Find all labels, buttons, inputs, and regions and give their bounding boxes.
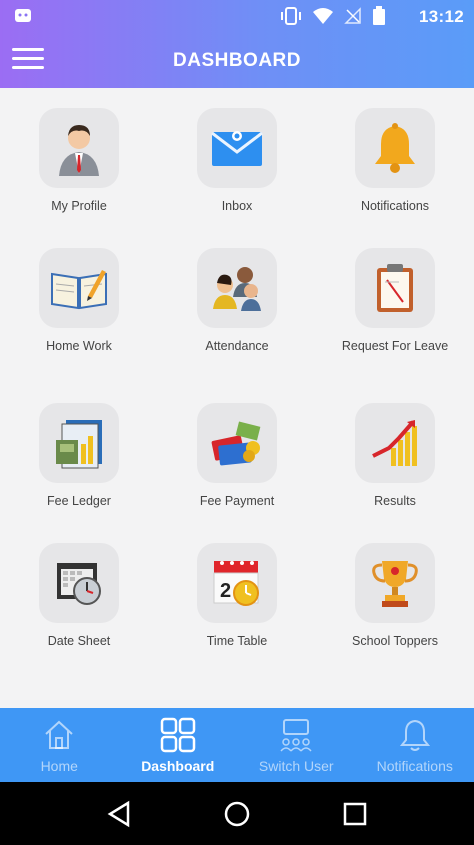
tile-inbox[interactable]: Inbox — [158, 108, 316, 214]
tile-label: Notifications — [360, 199, 430, 213]
calendar-icon: 2 — [213, 561, 259, 606]
page-title: DASHBOARD — [173, 50, 301, 71]
tile-attendance[interactable]: Attendance — [158, 248, 316, 354]
tile-label: Home Work — [46, 339, 112, 353]
payment-icon — [211, 421, 261, 466]
book-icon — [51, 270, 107, 310]
tile-label: Fee Payment — [199, 494, 275, 508]
tile-results[interactable]: Results — [316, 403, 474, 509]
status-bar: 13:12 — [0, 0, 474, 32]
home-icon — [45, 720, 73, 749]
tile-label: My Profile — [51, 199, 107, 213]
tile-fee-payment[interactable]: Fee Payment — [158, 403, 316, 509]
inbox-icon — [211, 131, 263, 166]
nav-notifications[interactable]: Notifications — [356, 708, 474, 782]
app-notification-icon — [15, 9, 31, 22]
profile-icon — [59, 125, 99, 176]
trophy-icon — [372, 561, 418, 607]
people-icon — [213, 267, 261, 311]
grid-icon — [160, 717, 195, 753]
nav-label: Notifications — [376, 758, 453, 774]
status-time: 13:12 — [419, 7, 464, 26]
tile-home-work[interactable]: Home Work — [0, 248, 158, 354]
tile-fee-ledger[interactable]: Fee Ledger — [0, 403, 158, 509]
tile-label: School Toppers — [352, 634, 438, 648]
nav-dashboard[interactable]: Dashboard — [119, 708, 238, 782]
tile-date-sheet[interactable]: Date Sheet — [0, 543, 158, 649]
tile-label: Results — [374, 494, 416, 508]
chart-icon — [372, 420, 417, 466]
tile-label: Request For Leave — [341, 339, 449, 353]
nav-label: Switch User — [258, 758, 334, 774]
clipboard-icon — [377, 264, 413, 312]
tile-label: Time Table — [206, 634, 268, 648]
nav-home[interactable]: Home — [0, 708, 119, 782]
tile-school-toppers[interactable]: School Toppers — [316, 543, 474, 649]
bottom-nav: Home Dashboard Switch User Notifications — [0, 708, 474, 782]
tile-time-table[interactable]: 2 Time Table — [158, 543, 316, 649]
svg-text:2: 2 — [220, 580, 231, 602]
no-signal-icon — [344, 7, 361, 24]
recents-icon[interactable] — [330, 789, 380, 839]
nav-label: Dashboard — [141, 758, 215, 774]
dashboard-grid: My Profile Inbox Notifications Home Work… — [0, 88, 474, 708]
bell-outline-icon — [399, 719, 430, 751]
home-circle-icon[interactable] — [212, 789, 262, 839]
tile-label: Date Sheet — [47, 634, 111, 648]
tile-label: Fee Ledger — [47, 494, 111, 508]
tile-label: Attendance — [205, 339, 269, 353]
tile-request-for-leave[interactable]: Request For Leave — [316, 248, 474, 354]
switch-user-icon — [280, 719, 312, 752]
battery-icon — [373, 6, 385, 25]
nav-label: Home — [40, 758, 78, 774]
back-icon[interactable] — [94, 789, 144, 839]
vibrate-icon — [281, 7, 301, 25]
tile-notifications[interactable]: Notifications — [316, 108, 474, 214]
tile-my-profile[interactable]: My Profile — [0, 108, 158, 214]
nav-switch-user[interactable]: Switch User — [237, 708, 356, 782]
tile-label: Inbox — [221, 199, 253, 213]
bell-icon — [375, 123, 415, 173]
calendar-clock-icon — [57, 563, 101, 605]
header: 13:12 DASHBOARD — [0, 0, 474, 88]
system-nav-bar — [0, 782, 474, 845]
wifi-icon — [313, 8, 333, 24]
ledger-icon — [56, 420, 102, 469]
app-bar: DASHBOARD — [0, 36, 474, 86]
